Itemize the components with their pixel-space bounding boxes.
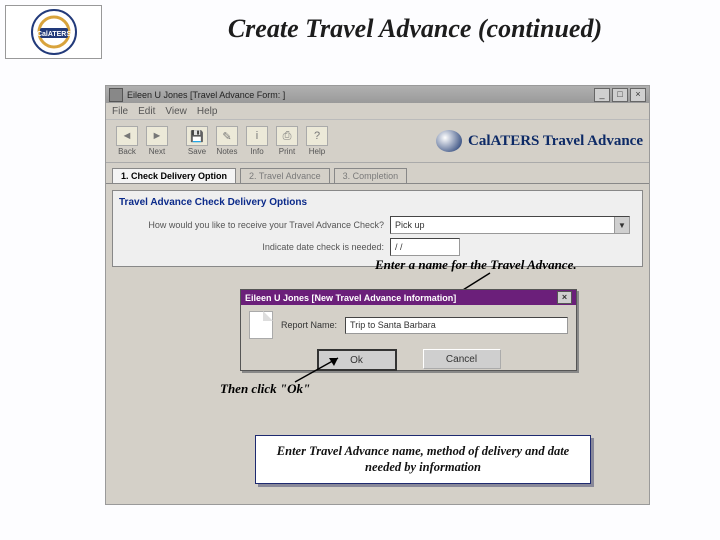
receive-check-value: Pick up [395,220,425,230]
tab-check-delivery[interactable]: 1. Check Delivery Option [112,168,236,183]
save-label: Save [188,147,206,156]
window-title: Eileen U Jones [Travel Advance Form: ] [127,90,592,100]
delivery-options-panel: Travel Advance Check Delivery Options Ho… [112,190,643,267]
next-icon: ► [146,126,168,146]
back-label: Back [118,147,136,156]
brand-text: CalATERS Travel Advance [468,133,643,150]
minimize-button[interactable]: _ [594,88,610,102]
date-needed-label: Indicate date check is needed: [119,242,390,252]
app-icon [109,88,123,102]
help-icon: ? [306,126,328,146]
save-button[interactable]: 💾Save [182,126,212,156]
footer-instruction: Enter Travel Advance name, method of del… [255,435,591,484]
help-label: Help [309,147,325,156]
new-travel-advance-dialog: Eileen U Jones [New Travel Advance Infor… [240,289,577,371]
notes-icon: ✎ [216,126,238,146]
cancel-button[interactable]: Cancel [423,349,501,369]
print-label: Print [279,147,295,156]
receive-check-label: How would you like to receive your Trave… [119,220,390,230]
menu-edit[interactable]: Edit [138,106,155,117]
maximize-button[interactable]: □ [612,88,628,102]
date-needed-input[interactable]: / / [390,238,460,256]
slide-title: Create Travel Advance (continued) [130,14,700,44]
date-needed-value: / / [395,242,403,252]
annotation-enter-name: Enter a name for the Travel Advance. [375,257,577,273]
next-button[interactable]: ►Next [142,126,172,156]
next-label: Next [149,147,165,156]
menu-bar: File Edit View Help [106,103,649,120]
print-icon: ⎙ [276,126,298,146]
close-button[interactable]: × [630,88,646,102]
info-label: Info [250,147,263,156]
receive-check-select[interactable]: Pick up ▼ [390,216,630,234]
dialog-titlebar: Eileen U Jones [New Travel Advance Infor… [241,290,576,305]
report-name-value: Trip to Santa Barbara [350,320,436,330]
document-icon [249,311,273,339]
svg-text:CalATERS: CalATERS [36,31,70,38]
calaters-logo: CalATERS [5,5,102,59]
dialog-close-button[interactable]: × [557,291,572,304]
back-button[interactable]: ◄Back [112,126,142,156]
back-icon: ◄ [116,126,138,146]
brand-logo-icon [436,130,462,152]
ok-label: Ok [350,355,363,366]
report-name-input[interactable]: Trip to Santa Barbara [345,317,568,334]
print-button[interactable]: ⎙Print [272,126,302,156]
menu-file[interactable]: File [112,106,128,117]
info-button[interactable]: iInfo [242,126,272,156]
save-icon: 💾 [186,126,208,146]
notes-button[interactable]: ✎Notes [212,126,242,156]
menu-help[interactable]: Help [197,106,218,117]
app-brand: CalATERS Travel Advance [436,130,643,152]
chevron-down-icon: ▼ [614,217,629,233]
info-icon: i [246,126,268,146]
help-button[interactable]: ?Help [302,126,332,156]
tab-completion[interactable]: 3. Completion [334,168,408,183]
window-titlebar: Eileen U Jones [Travel Advance Form: ] _… [106,86,649,103]
annotation-click-ok: Then click "Ok" [220,381,310,397]
menu-view[interactable]: View [165,106,187,117]
tab-strip: 1. Check Delivery Option 2. Travel Advan… [106,163,649,184]
notes-label: Notes [217,147,238,156]
ok-button[interactable]: Ok [317,349,397,371]
panel-title: Travel Advance Check Delivery Options [119,197,636,208]
tab-travel-advance[interactable]: 2. Travel Advance [240,168,330,183]
dialog-title: Eileen U Jones [New Travel Advance Infor… [245,293,557,303]
cancel-label: Cancel [446,354,477,365]
report-name-label: Report Name: [281,320,337,330]
toolbar: ◄Back ►Next 💾Save ✎Notes iInfo ⎙Print ?H… [106,120,649,163]
